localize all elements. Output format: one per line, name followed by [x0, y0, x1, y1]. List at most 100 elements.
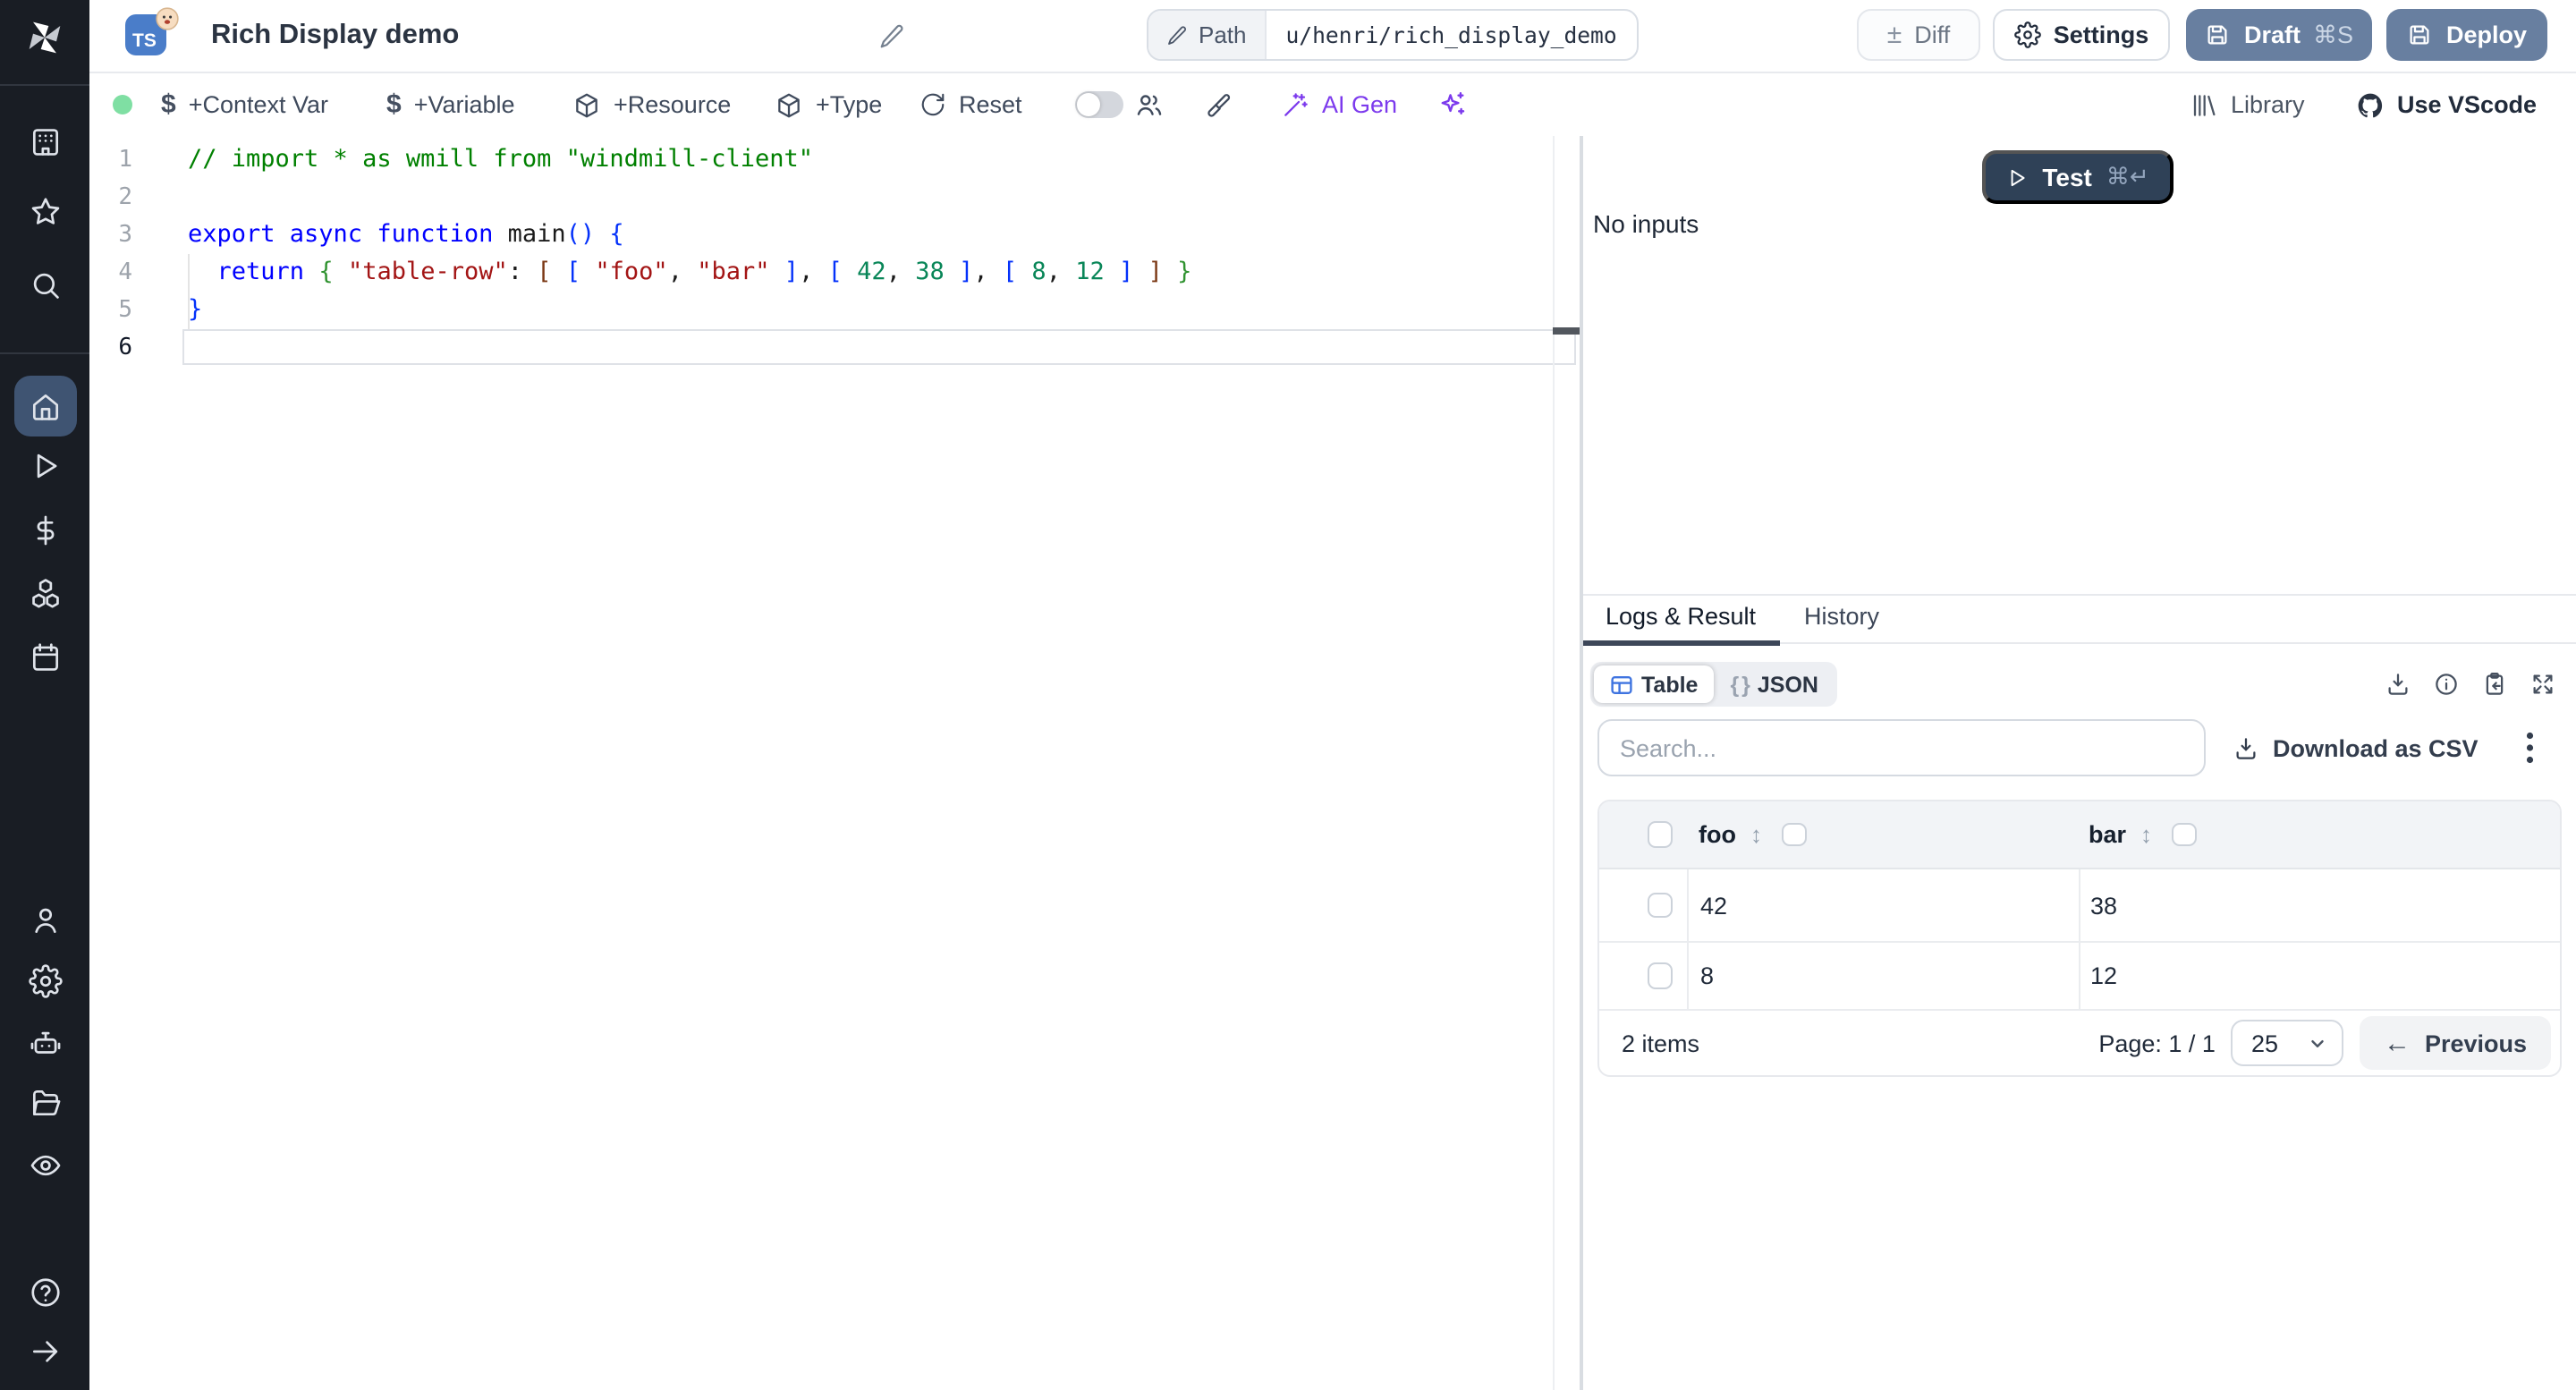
use-vscode-label: Use VScode [2397, 91, 2538, 118]
download-csv-button[interactable]: Download as CSV [2232, 719, 2479, 776]
editor-scrollbar-gutter [1553, 136, 1555, 1390]
sidebar-item-users[interactable] [0, 887, 89, 952]
view-json-option[interactable]: { } JSON [1714, 665, 1835, 703]
sidebar-item-variables[interactable] [0, 497, 89, 562]
sidebar-item-workspace[interactable] [0, 109, 89, 174]
editor-toolbar: $ +Context Var $ +Variable +Resource +Ty… [89, 73, 2576, 140]
info-icon[interactable] [2433, 671, 2460, 698]
column-header-bar: bar [2089, 821, 2127, 848]
ai-assistant-button[interactable] [1436, 73, 1467, 136]
add-resource-label: +Resource [614, 91, 732, 118]
row-checkbox[interactable] [1647, 892, 1673, 919]
clipboard-copy-icon[interactable] [2481, 671, 2508, 698]
add-context-var-label: +Context Var [188, 91, 329, 118]
draft-shortcut: ⌘S [2313, 21, 2354, 47]
use-vscode-button[interactable]: Use VScode [2356, 73, 2537, 136]
code-editor[interactable]: 123456 // import * as wmill from "windmi… [89, 136, 1580, 1390]
ai-gen-button[interactable]: AI Gen [1281, 73, 1397, 136]
test-button[interactable]: Test ⌘↵ [1981, 150, 2173, 204]
windmill-logo-icon[interactable] [21, 14, 68, 61]
table-cell: 8 [1686, 943, 2078, 1009]
sidebar-divider [0, 84, 89, 86]
current-line-highlight [182, 328, 1576, 365]
baby-face-avatar-icon [156, 7, 179, 30]
diff-mode-toggle[interactable] [1075, 91, 1123, 118]
edit-title-icon[interactable] [878, 23, 905, 50]
sidebar-item-resources[interactable] [0, 560, 89, 624]
sidebar-item-folders[interactable] [0, 1070, 89, 1134]
diff-label: Diff [1914, 21, 1951, 48]
editor-scrollbar-handle[interactable] [1553, 327, 1580, 335]
table-header: foo ↕ bar ↕ [1598, 801, 2559, 869]
column-checkbox[interactable] [2172, 822, 2197, 847]
result-actions [2385, 662, 2556, 707]
format-button[interactable] [1204, 73, 1233, 136]
sidebar-item-workers[interactable] [0, 1011, 89, 1075]
download-icon[interactable] [2385, 671, 2411, 698]
sidebar-item-home[interactable] [13, 376, 76, 436]
items-count: 2 items [1622, 1030, 1700, 1056]
typescript-badge-label: TS [132, 30, 157, 52]
table-footer: 2 items Page: 1 / 1 25 ← Previous [1598, 1011, 2559, 1075]
add-variable-button[interactable]: $ +Variable [386, 73, 515, 136]
sparkles-icon [1441, 92, 1465, 114]
table-cell: 12 [2078, 943, 2559, 1009]
add-type-button[interactable]: +Type [775, 73, 882, 136]
sidebar-item-expand[interactable] [0, 1318, 89, 1383]
sidebar-item-search[interactable] [0, 252, 89, 317]
sidebar-item-settings[interactable] [0, 948, 89, 1013]
settings-button[interactable]: Settings [1993, 9, 2170, 61]
sort-icon[interactable]: ↕ [1750, 821, 1762, 848]
sidebar-item-audit[interactable] [0, 1132, 89, 1197]
table-row: 42 38 [1598, 869, 2559, 943]
code-line: } [188, 295, 203, 324]
path-chip[interactable]: Path u/henri/rich_display_demo [1147, 9, 1639, 61]
sort-icon[interactable]: ↕ [2140, 821, 2152, 848]
star-icon [30, 197, 59, 224]
download-csv-label: Download as CSV [2273, 734, 2479, 761]
magic-wand-icon [1284, 92, 1308, 115]
no-inputs-text: No inputs [1593, 209, 1699, 238]
add-context-var-button[interactable]: $ +Context Var [161, 73, 328, 136]
column-checkbox[interactable] [1782, 822, 1806, 847]
select-all-checkbox[interactable] [1647, 821, 1673, 848]
save-icon [2208, 25, 2228, 45]
arrow-left-icon: ← [2383, 1028, 2411, 1058]
deploy-label: Deploy [2445, 21, 2527, 48]
draft-button[interactable]: Draft ⌘S [2186, 9, 2372, 61]
help-icon [30, 1277, 59, 1306]
previous-page-button[interactable]: ← Previous [2360, 1016, 2550, 1070]
expand-icon[interactable] [2529, 671, 2556, 698]
row-checkbox[interactable] [1647, 962, 1673, 989]
table-row: 8 12 [1598, 943, 2559, 1011]
add-resource-button[interactable]: +Resource [572, 73, 731, 136]
diff-button[interactable]: ± Diff [1857, 9, 1980, 61]
page-size-select[interactable]: 25 [2231, 1020, 2344, 1066]
toggle-knob [1077, 93, 1100, 116]
library-icon [2193, 94, 2216, 115]
code-line: // import * as wmill from "windmill-clie… [188, 145, 813, 174]
sidebar-item-runs[interactable] [0, 433, 89, 497]
tab-logs-result[interactable]: Logs & Result [1582, 596, 1779, 646]
add-type-label: +Type [816, 91, 883, 118]
library-button[interactable]: Library [2190, 73, 2305, 136]
sidebar-item-schedules[interactable] [0, 624, 89, 689]
page-size-value: 25 [2250, 1030, 2278, 1056]
sidebar-item-help[interactable] [0, 1259, 89, 1324]
collaborators-button[interactable] [1134, 73, 1165, 136]
deploy-button[interactable]: Deploy [2386, 9, 2547, 61]
more-options-button[interactable] [2514, 719, 2546, 776]
tab-history[interactable]: History [1779, 596, 1904, 642]
gear-icon [2013, 21, 2041, 48]
sidebar-item-favorites[interactable] [0, 179, 89, 243]
calendar-icon [31, 642, 58, 670]
search-input[interactable] [1597, 719, 2205, 776]
home-icon [31, 393, 58, 420]
view-json-label: JSON [1757, 672, 1818, 697]
arrow-right-icon [31, 1340, 57, 1361]
page-title: Rich Display demo [211, 20, 460, 50]
reset-button[interactable]: Reset [919, 73, 1022, 136]
header: TS Rich Display demo Path u/henri/rich_d… [89, 0, 2576, 73]
view-table-option[interactable]: Table [1593, 665, 1715, 703]
